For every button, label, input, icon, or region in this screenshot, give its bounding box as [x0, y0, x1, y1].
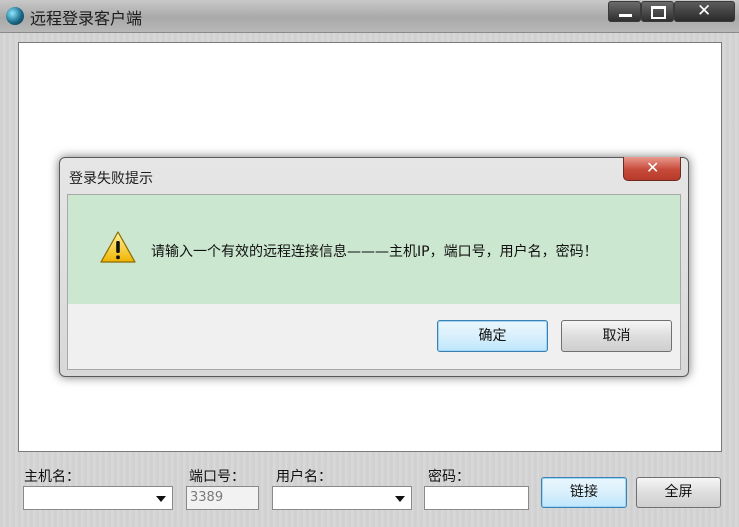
maximize-button[interactable]	[641, 1, 674, 22]
dialog-body: 请输入一个有效的远程连接信息———主机IP，端口号，用户名，密码！ 确定 取消	[67, 194, 681, 370]
warning-icon	[100, 231, 136, 263]
user-label: 用户名：	[276, 469, 332, 485]
dialog-close-button[interactable]: ✕	[623, 157, 681, 181]
dropdown-arrow-icon	[156, 496, 166, 502]
fullscreen-button[interactable]: 全屏	[636, 477, 721, 508]
close-icon: ✕	[697, 1, 712, 21]
dialog-title: 登录失败提示	[69, 171, 153, 187]
close-button[interactable]: ✕	[674, 1, 735, 22]
dropdown-arrow-icon	[395, 496, 405, 502]
ok-button[interactable]: 确定	[437, 320, 548, 352]
password-label: 密码：	[428, 469, 470, 485]
cancel-button[interactable]: 取消	[561, 320, 672, 352]
message-area: 请输入一个有效的远程连接信息———主机IP，端口号，用户名，密码！	[68, 195, 680, 304]
title-bar[interactable]: 远程登录客户端 ✕	[0, 0, 739, 33]
window-title: 远程登录客户端	[30, 9, 143, 28]
main-window: 远程登录客户端 ✕ 登录失败提示 ✕ 请输入一个有效的远程连接信息———主机IP…	[0, 0, 739, 527]
password-input[interactable]	[424, 486, 529, 510]
host-combobox[interactable]	[23, 486, 173, 510]
minimize-icon	[619, 14, 632, 17]
login-failed-dialog: 登录失败提示 ✕ 请输入一个有效的远程连接信息———主机IP，端口号，用户名，密…	[59, 157, 689, 377]
maximize-icon	[651, 6, 666, 19]
user-combobox[interactable]	[272, 486, 412, 510]
minimize-button[interactable]	[608, 1, 641, 22]
app-globe-icon	[6, 7, 24, 25]
connect-button[interactable]: 链接	[541, 477, 627, 508]
close-icon: ✕	[646, 158, 660, 177]
port-label: 端口号：	[189, 469, 245, 485]
port-input[interactable]: 3389	[186, 486, 259, 510]
error-message: 请输入一个有效的远程连接信息———主机IP，端口号，用户名，密码！	[151, 244, 598, 260]
host-label: 主机名：	[24, 469, 80, 485]
